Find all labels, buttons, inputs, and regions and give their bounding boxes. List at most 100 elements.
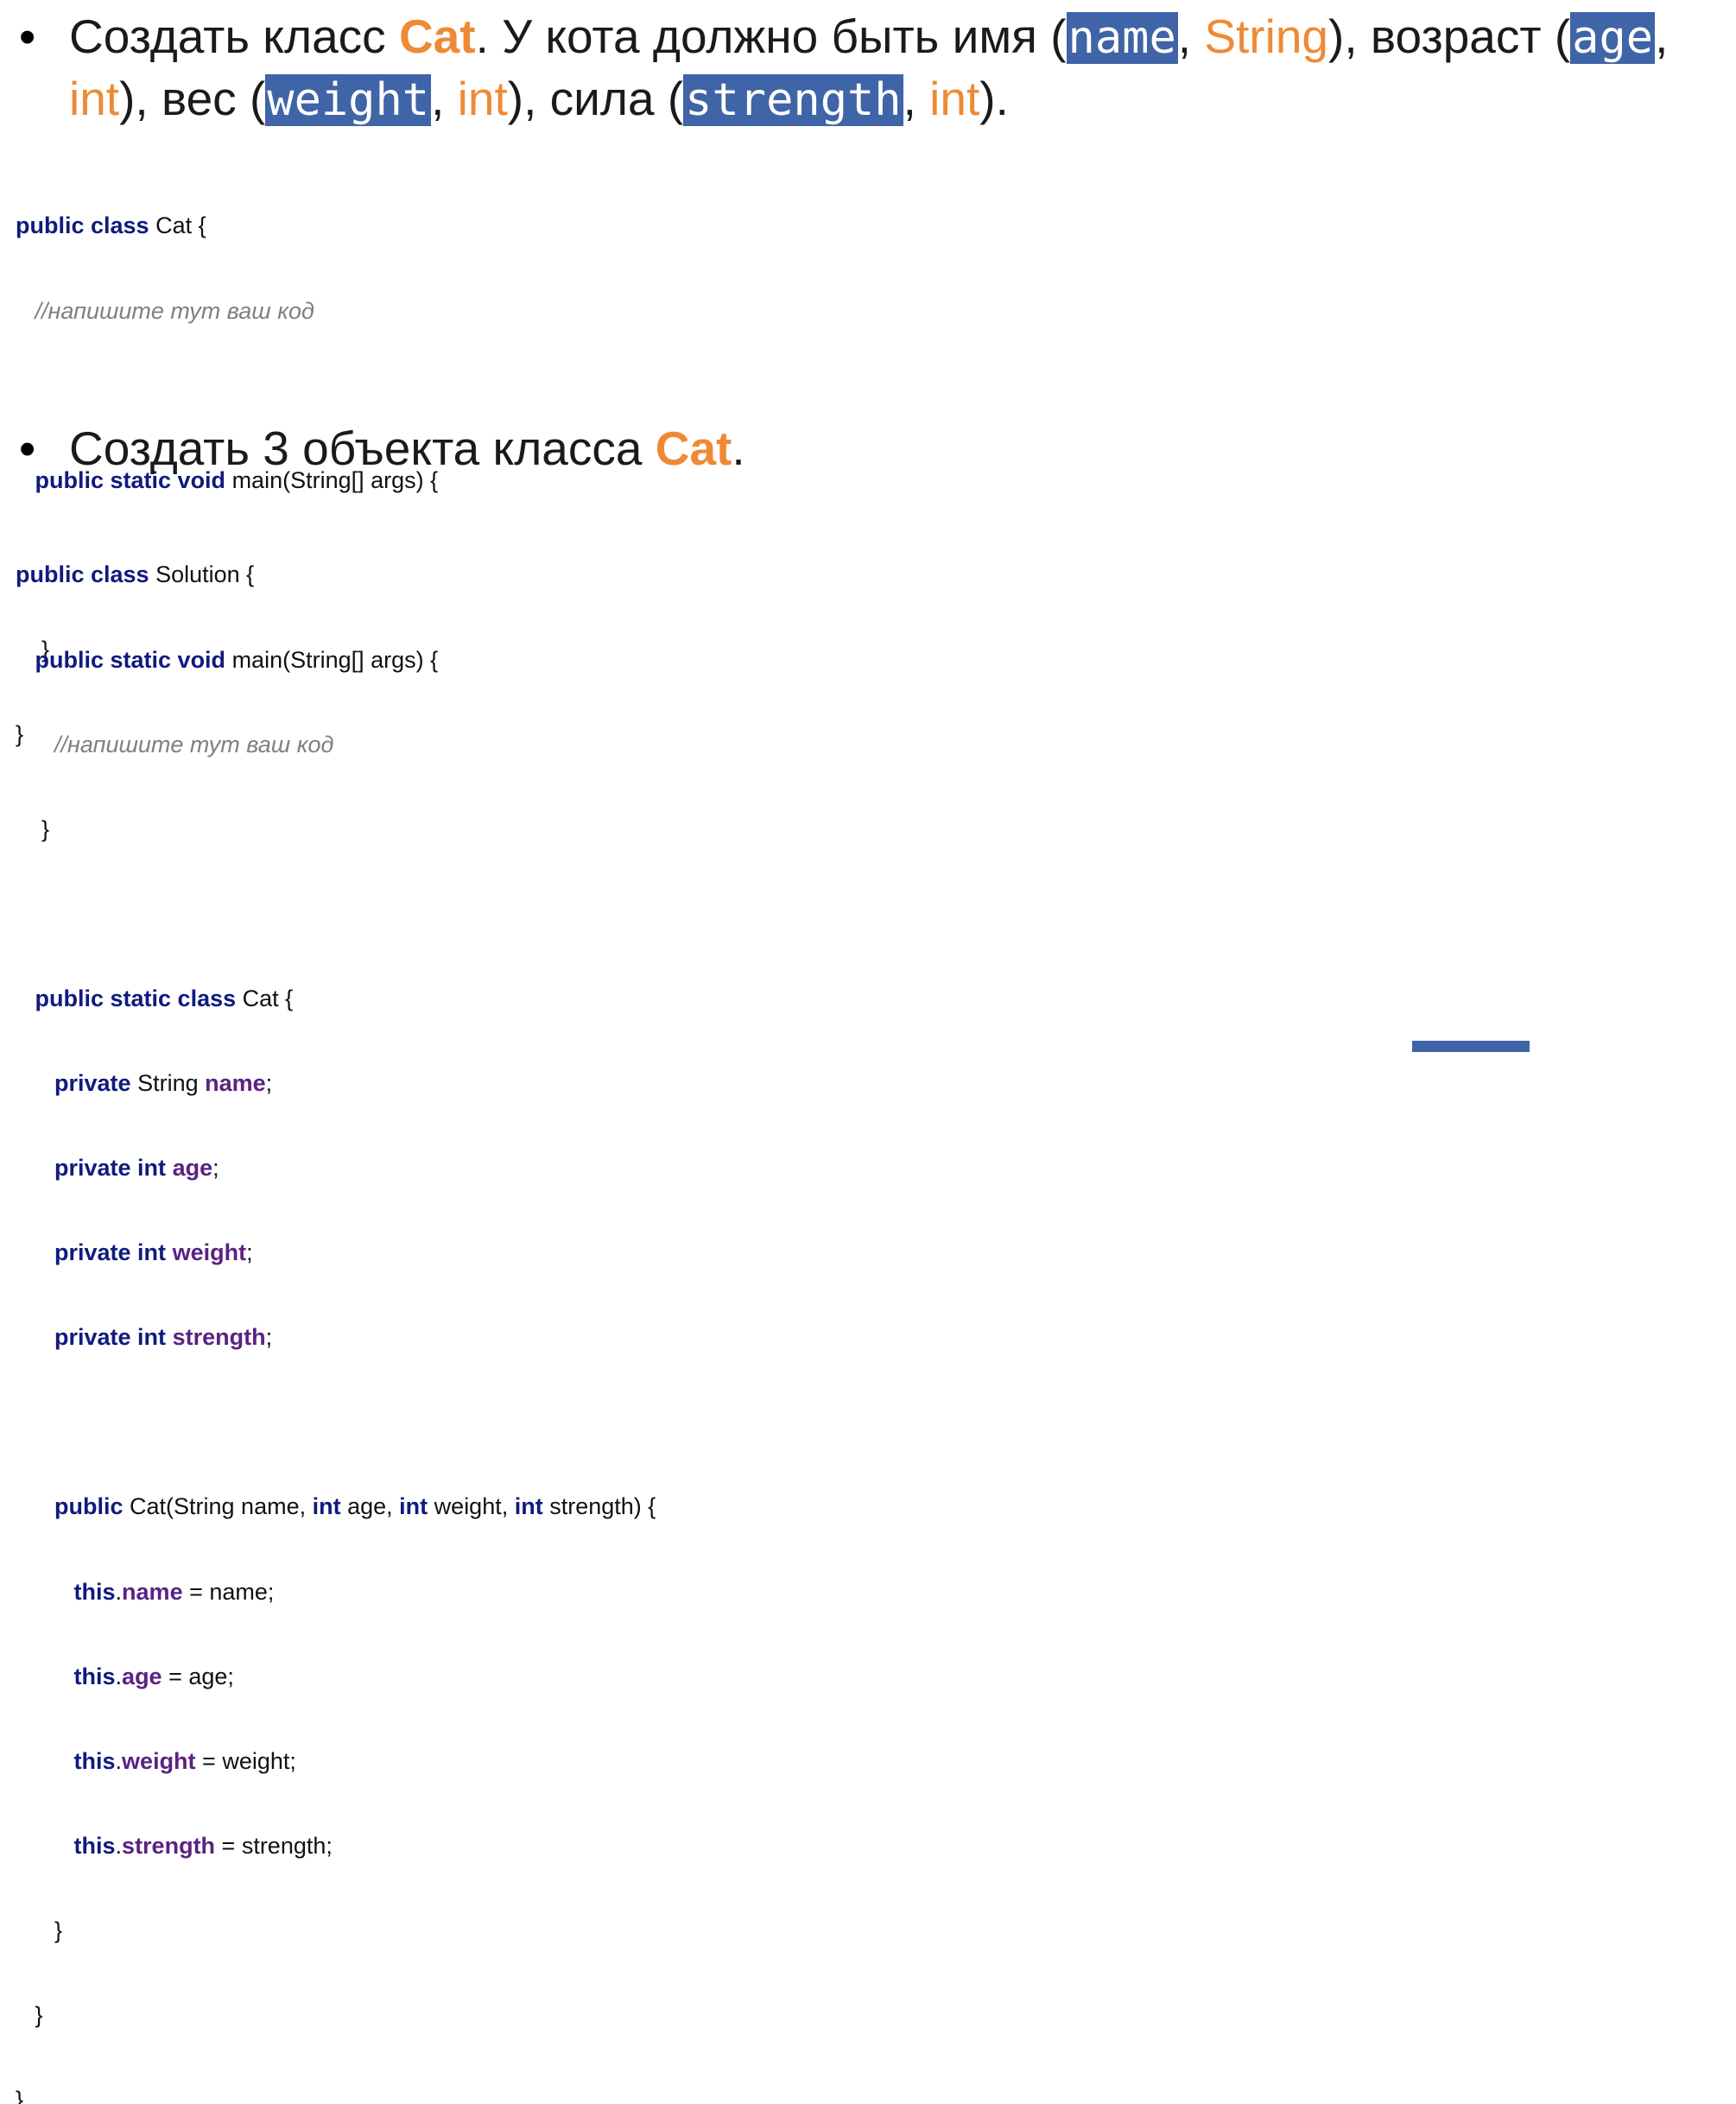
code-line: this.age = age; <box>16 1663 656 1691</box>
code-text: ; <box>212 1155 219 1182</box>
text: , <box>1655 10 1669 63</box>
class-name-cat: Cat <box>398 10 476 63</box>
keyword: private <box>54 1069 131 1096</box>
code-text: strength) { <box>542 1493 656 1520</box>
code-line: private int strength; <box>16 1323 656 1352</box>
text: Создать 3 объекта класса <box>69 421 656 475</box>
text: . У кота должно быть имя ( <box>475 10 1067 63</box>
code-line: } <box>16 2001 656 2030</box>
keyword: this <box>73 1578 116 1605</box>
keyword: public class <box>16 212 149 239</box>
field-ref: age <box>122 1663 162 1689</box>
code-line: this.strength = strength; <box>16 1832 656 1860</box>
task-1-line-1: Создать класс Cat. У кота должно быть им… <box>0 6 1668 68</box>
keyword: public <box>54 1493 124 1520</box>
task-1-line-2: int), вес (weight, int), сила (strength,… <box>0 68 1668 130</box>
text: , <box>1177 10 1205 63</box>
code-text: age, <box>340 1493 400 1520</box>
code-text: . <box>115 1747 123 1774</box>
code-line: } <box>16 2086 656 2104</box>
code-text: weight, <box>428 1493 515 1520</box>
code-comment: //напишите тут ваш код <box>54 731 334 757</box>
text: . <box>732 421 745 475</box>
code-text: ; <box>265 1069 273 1096</box>
code-line: private int weight; <box>16 1239 656 1267</box>
keyword: this <box>73 1832 116 1859</box>
keyword: public static class <box>35 985 237 1011</box>
code-text: Cat(String name, <box>123 1493 313 1520</box>
code-line: private String name; <box>16 1069 656 1098</box>
code-line-empty <box>16 900 656 928</box>
field-ref: weight <box>122 1747 196 1774</box>
task-2-line-1: Создать 3 объекта класса Cat. <box>0 418 745 478</box>
type-int: int <box>457 72 508 125</box>
code-line: //напишите тут ваш код <box>16 297 438 326</box>
code-line: public static void main(String[] args) { <box>16 646 656 675</box>
keyword: this <box>73 1663 116 1689</box>
code-text: . <box>115 1663 123 1689</box>
highlight-weight: weight <box>265 74 432 126</box>
type-int: int <box>69 72 120 125</box>
text: ), сила ( <box>507 72 684 125</box>
code-line-empty <box>16 382 438 410</box>
code-text: main(String[] args) { <box>225 646 439 673</box>
code-line: this.name = name; <box>16 1578 656 1607</box>
code-text: = weight; <box>195 1747 296 1774</box>
field-ref: name <box>122 1578 183 1605</box>
code-line: public static class Cat { <box>16 985 656 1013</box>
keyword: this <box>73 1747 116 1774</box>
task-1: • Создать класс Cat. У кота должно быть … <box>0 6 1668 130</box>
code-text: . <box>115 1832 123 1859</box>
code-line: public class Cat { <box>16 212 438 240</box>
code-text: = strength; <box>215 1832 333 1859</box>
keyword: int <box>399 1493 428 1520</box>
code-text: } <box>54 1917 63 1943</box>
code-line: } <box>16 1917 656 1945</box>
code-text: Solution { <box>149 561 255 588</box>
field-weight: weight <box>172 1239 247 1266</box>
code-text: ; <box>265 1324 273 1351</box>
code-text: } <box>16 2087 24 2104</box>
keyword: private int <box>54 1239 167 1266</box>
highlight-age: age <box>1570 12 1656 64</box>
code-line: private int age; <box>16 1154 656 1182</box>
keyword: int <box>312 1493 341 1520</box>
text: , <box>903 72 930 125</box>
slide-corner-decoration <box>1412 1041 1530 1052</box>
code-line: this.weight = weight; <box>16 1747 656 1776</box>
highlight-name: name <box>1066 12 1178 64</box>
code-text: = age; <box>162 1663 234 1689</box>
code-text: Cat { <box>149 212 206 239</box>
code-text: } <box>41 815 50 842</box>
text: ). <box>979 72 1009 125</box>
code-text: ; <box>246 1239 253 1266</box>
task-2: • Создать 3 объекта класса Cat. <box>0 418 745 478</box>
code-line: } <box>16 815 656 844</box>
field-strength: strength <box>172 1324 266 1351</box>
field-name: name <box>205 1069 266 1096</box>
code-line: //напишите тут ваш код <box>16 731 656 759</box>
text: Создать класс <box>69 10 399 63</box>
type-string: String <box>1204 10 1329 63</box>
code-text: String <box>130 1069 206 1096</box>
text: ), возраст ( <box>1328 10 1571 63</box>
text: , <box>431 72 458 125</box>
highlight-strength: strength <box>683 74 903 126</box>
field-ref: strength <box>122 1832 216 1859</box>
keyword: int <box>514 1493 543 1520</box>
keyword: public class <box>16 561 149 588</box>
code-text: } <box>35 2002 43 2028</box>
code-line: public Cat(String name, int age, int wei… <box>16 1492 656 1521</box>
code-line-empty <box>16 1408 656 1436</box>
type-int: int <box>929 72 980 125</box>
code-line: public class Solution { <box>16 561 656 589</box>
code-block-solution: public class Solution { public static vo… <box>16 504 656 2104</box>
code-comment: //напишите тут ваш код <box>35 297 314 324</box>
code-text: = name; <box>182 1578 275 1605</box>
keyword: public static void <box>35 646 226 673</box>
keyword: private int <box>54 1155 167 1182</box>
class-name-cat: Cat <box>655 421 732 475</box>
code-text: Cat { <box>236 985 294 1011</box>
text: ), вес ( <box>119 72 266 125</box>
field-age: age <box>172 1155 213 1182</box>
